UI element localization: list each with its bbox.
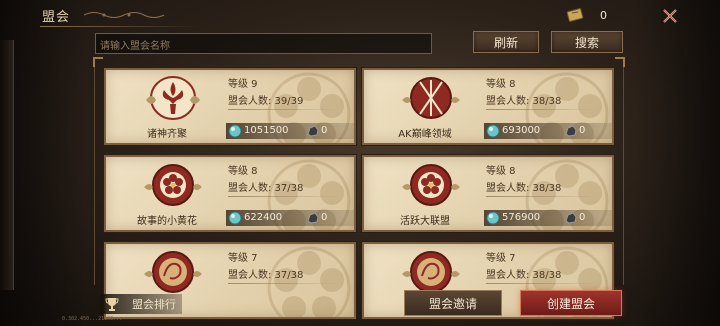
ticket-icon bbox=[566, 8, 584, 22]
header-underline bbox=[40, 26, 200, 27]
guild-card[interactable]: 故事的小黄花 等级 8 盟会人数: 37/38 622400 0 bbox=[104, 155, 356, 232]
currency-value: 0 bbox=[600, 9, 607, 22]
crossed-spears-icon bbox=[402, 77, 460, 119]
title-ornament-icon bbox=[84, 12, 165, 18]
page-title: 盟会 bbox=[42, 10, 71, 25]
guild-members: 盟会人数: 38/38 bbox=[486, 270, 562, 281]
guild-gems: 693000 bbox=[502, 125, 541, 136]
guild-card[interactable]: 活跃大联盟 等级 8 盟会人数: 38/38 576900 0 bbox=[362, 155, 614, 232]
guild-level: 等级 8 bbox=[228, 166, 258, 177]
guild-level: 等级 8 bbox=[486, 166, 516, 177]
refresh-button[interactable]: 刷新 bbox=[473, 31, 539, 53]
guild-name: 故事的小黄花 bbox=[137, 216, 197, 227]
guild-gems: 622400 bbox=[244, 212, 283, 223]
card-divider bbox=[228, 283, 338, 284]
guild-gems: 1051500 bbox=[244, 125, 289, 136]
iron-ore-icon bbox=[565, 212, 577, 224]
currency-display: 0 bbox=[566, 6, 650, 26]
close-icon[interactable] bbox=[660, 6, 680, 26]
dragon-icon bbox=[144, 251, 202, 293]
guild-name: 活跃大联盟 bbox=[400, 216, 450, 227]
guild-level: 等级 8 bbox=[486, 79, 516, 90]
card-divider bbox=[486, 283, 596, 284]
frame-corner bbox=[615, 57, 625, 67]
guild-search-input[interactable] bbox=[96, 37, 431, 56]
gem-icon bbox=[486, 211, 500, 225]
guild-invite-button[interactable]: 盟会邀请 bbox=[404, 290, 502, 316]
gem-icon bbox=[486, 124, 500, 138]
fleur-de-lis-icon bbox=[146, 76, 200, 120]
guild-name: 诸神齐聚 bbox=[147, 129, 187, 140]
flower-icon bbox=[144, 164, 202, 206]
guild-ranking-button[interactable]: 盟会排行 bbox=[100, 294, 182, 314]
gem-icon bbox=[228, 124, 242, 138]
guild-gems: 576900 bbox=[502, 212, 541, 223]
iron-ore-icon bbox=[307, 125, 319, 137]
guild-name: AK巅峰领域 bbox=[398, 129, 452, 140]
trophy-icon bbox=[105, 298, 119, 311]
gem-icon bbox=[228, 211, 242, 225]
guild-iron: 0 bbox=[321, 125, 328, 136]
guild-ranking-label: 盟会排行 bbox=[132, 298, 176, 311]
guild-members: 盟会人数: 38/38 bbox=[486, 183, 562, 194]
guild-search-box bbox=[95, 33, 432, 56]
left-panel-edge bbox=[0, 40, 14, 290]
card-divider bbox=[486, 196, 596, 197]
guild-card[interactable]: AK巅峰领域 等级 8 盟会人数: 38/38 693000 0 bbox=[362, 68, 614, 145]
flower-icon bbox=[402, 164, 460, 206]
guild-level: 等级 7 bbox=[486, 253, 516, 264]
version-text: 0.302.450...21100... bbox=[62, 316, 123, 322]
guild-card[interactable]: 诸神齐聚 等级 9 盟会人数: 39/39 1051500 0 bbox=[104, 68, 356, 145]
card-divider bbox=[228, 196, 338, 197]
guild-members: 盟会人数: 37/38 bbox=[228, 270, 304, 281]
guild-iron: 0 bbox=[579, 212, 586, 223]
iron-ore-icon bbox=[307, 212, 319, 224]
guild-iron: 0 bbox=[579, 125, 586, 136]
search-button[interactable]: 搜索 bbox=[551, 31, 623, 53]
create-guild-button[interactable]: 创建盟会 bbox=[520, 290, 622, 316]
card-divider bbox=[486, 109, 596, 110]
dragon-icon bbox=[402, 251, 460, 293]
guild-iron: 0 bbox=[321, 212, 328, 223]
guild-members: 盟会人数: 37/38 bbox=[228, 183, 304, 194]
guild-members: 盟会人数: 39/39 bbox=[228, 96, 304, 107]
iron-ore-icon bbox=[565, 125, 577, 137]
frame-corner bbox=[93, 57, 103, 67]
guild-level: 等级 9 bbox=[228, 79, 258, 90]
card-divider bbox=[228, 109, 338, 110]
guild-members: 盟会人数: 38/38 bbox=[486, 96, 562, 107]
guild-level: 等级 7 bbox=[228, 253, 258, 264]
